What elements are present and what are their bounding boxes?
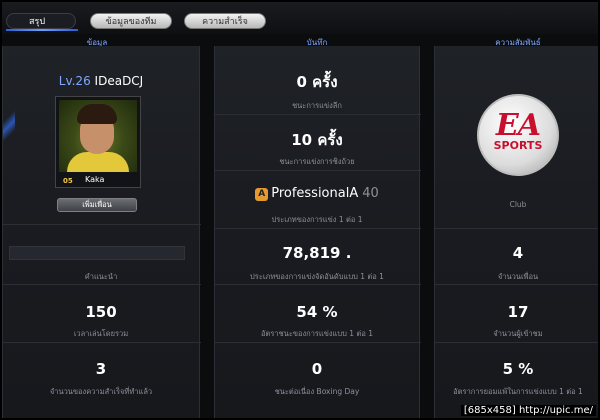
relations-panel: EA SPORTS Club 4 จำนวนเพื่อน 17 จำนวนผู้…: [434, 46, 598, 418]
tab-achievements[interactable]: ความสำเร็จ: [184, 13, 266, 29]
cup-wins-label: ชนะการแข่งการชิงถ้วย: [279, 157, 355, 166]
ranking-value: 78,819 .: [282, 244, 352, 262]
forfeit-rate-value: 5 %: [502, 360, 534, 378]
player-level: Lv.26: [58, 74, 91, 88]
league-wins-label: ชนะการแข่งลีก: [292, 101, 342, 110]
club-logo-ea-sports[interactable]: EA SPORTS: [477, 94, 559, 176]
divider: [3, 224, 201, 225]
divider: [3, 342, 201, 343]
division-display: A ProfessionalA 40: [215, 186, 419, 201]
recommendation-label: คำแนะนำ: [84, 272, 118, 281]
info-panel: Lv.26 IDeaDCJ 05 Kaka เพิ่มเพื่อน คำแนะน…: [2, 46, 201, 418]
divider: [215, 228, 421, 229]
recommendation-field[interactable]: [9, 246, 185, 260]
cup-wins-value: 10 ครั้ง: [291, 131, 343, 149]
logo-sports-text: SPORTS: [493, 139, 543, 152]
ranking-label: ประเภทของการแข่งจัดอันดับแบบ 1 ต่อ 1: [250, 272, 384, 281]
card-player-name: Kaka: [85, 175, 105, 184]
visitors-count-value: 17: [507, 303, 529, 321]
records-panel: 0 ครั้ง ชนะการแข่งลีก 10 ครั้ง ชนะการแข่…: [214, 46, 421, 418]
friends-count-label: จำนวนเพื่อน: [497, 272, 539, 281]
game-profile-screen: สรุป ข้อมูลของทีม ความสำเร็จ ข้อมูล บันท…: [0, 0, 600, 420]
tab-team-info[interactable]: ข้อมูลของทีม: [90, 13, 172, 29]
division-number: 40: [362, 186, 379, 201]
player-card[interactable]: 05 Kaka: [55, 96, 141, 188]
win-rate-label: อัตราชนะของการแข่งแบบ 1 ต่อ 1: [261, 329, 373, 338]
divider: [215, 114, 421, 115]
player-photo: [59, 100, 137, 172]
add-friend-button[interactable]: เพิ่มเพื่อน: [57, 198, 137, 212]
image-watermark: [685x458] http://upic.me/: [460, 405, 596, 416]
divider: [435, 284, 598, 285]
division-label: ประเภทของการแข่ง 1 ต่อ 1: [271, 215, 363, 224]
divider: [215, 284, 421, 285]
league-wins-value: 0 ครั้ง: [296, 73, 338, 91]
divider: [215, 170, 421, 171]
boxing-day-label: ชนะต่อเนื่อง Boxing Day: [274, 387, 360, 396]
divider: [435, 342, 598, 343]
achievements-count-label: จำนวนของความสำเร็จที่ทำแล้ว: [49, 387, 153, 396]
win-rate-value: 54 %: [296, 303, 338, 321]
friends-count-value: 4: [512, 244, 524, 262]
forfeit-rate-label: อัตราการยอมแพ้ในการแข่งแบบ 1 ต่อ 1: [453, 387, 583, 396]
player-card-namebar: 05 Kaka: [59, 174, 137, 186]
playtime-label: เวลาเล่นโดยรวม: [73, 329, 129, 338]
playtime-value: 150: [85, 303, 117, 321]
tab-bar: สรุป ข้อมูลของทีม ความสำเร็จ: [2, 2, 598, 34]
division-icon: A: [255, 188, 269, 201]
tab-summary[interactable]: สรุป: [6, 13, 76, 29]
card-rating: 05: [63, 177, 73, 185]
achievements-count-value: 3: [95, 360, 107, 378]
club-label: Club: [509, 200, 527, 209]
divider: [435, 228, 598, 229]
divider: [215, 342, 421, 343]
logo-ea-text: EA: [495, 108, 541, 143]
player-level-name: Lv.26 IDeaDCJ: [3, 74, 199, 88]
visitors-count-label: จำนวนผู้เข้าชม: [493, 329, 543, 338]
decorative-stripe: [3, 106, 15, 146]
active-tab-indicator: [6, 29, 78, 31]
player-name: IDeaDCJ: [94, 74, 144, 88]
boxing-day-value: 0: [311, 360, 323, 378]
division-name: ProfessionalA: [271, 186, 359, 201]
divider: [3, 284, 201, 285]
